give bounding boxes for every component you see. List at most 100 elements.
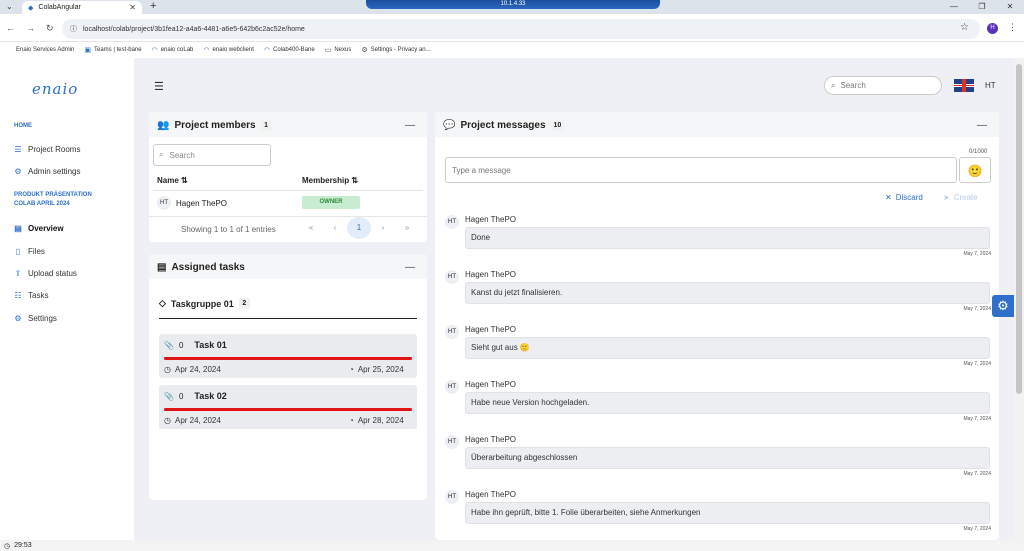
url-field[interactable]: ⓘ localhost/colab/project/3b1fea12-a4a6-… — [62, 19, 980, 39]
bookmark-item[interactable]: ◠ enaio coLab — [152, 46, 194, 54]
project-header-line: PRODUKT PRÄSENTATION — [14, 192, 92, 198]
bookmark-star-icon[interactable]: ☆ — [960, 22, 969, 33]
tab-favicon-icon: ◆ — [28, 4, 34, 12]
collapse-icon[interactable]: — — [405, 262, 415, 273]
table-row[interactable]: HT Hagen ThePO — [157, 196, 227, 210]
bookmark-label: Settings - Privacy an... — [370, 47, 431, 53]
bookmark-item[interactable]: ◠ enaio webclient — [203, 46, 253, 54]
message-avatar: HT — [445, 490, 459, 504]
enaio-logo[interactable]: enaio — [32, 80, 78, 98]
floating-settings-button[interactable]: ⚙ — [992, 295, 1014, 317]
task-card[interactable]: 📎 0 Task 02 ◷ Apr 24, 2024 ◔ Apr 28, 2024 — [159, 385, 417, 429]
gear-icon: ⚙ — [997, 298, 1009, 313]
user-avatar[interactable]: HT — [985, 81, 996, 90]
message-input[interactable]: Type a message — [445, 157, 957, 183]
close-tab-icon[interactable]: ✕ — [129, 3, 136, 12]
sidebar-item-files[interactable]: ▯ Files — [14, 247, 45, 256]
taskgroup-header[interactable]: ◇ Taskgruppe 01 2 — [159, 298, 250, 309]
home-section-header[interactable]: HOME — [14, 122, 32, 131]
date-text: Apr 25, 2024 — [357, 365, 404, 374]
message-text: Sieht gut aus 🙂 — [465, 337, 990, 359]
forward-icon[interactable]: → — [26, 23, 35, 33]
hamburger-menu-icon[interactable]: ☰ — [154, 80, 164, 93]
members-title: Project members — [174, 120, 256, 131]
tab-title: ColabAngular — [38, 4, 81, 11]
clipboard-icon: ▤ — [157, 262, 167, 273]
message-date: May 7, 2024 — [963, 251, 991, 257]
search-placeholder: Search — [169, 150, 195, 160]
discard-button[interactable]: ✕ Discard — [885, 193, 923, 202]
message-avatar: HT — [445, 215, 459, 229]
bookmark-item[interactable]: ▣ Teams | test-bane — [84, 46, 141, 54]
close-window-icon[interactable]: ✕ — [996, 0, 1024, 14]
message-avatar: HT — [445, 435, 459, 449]
global-search-input[interactable]: ⌕ Search — [824, 76, 942, 95]
paperclip-icon: 📎 — [164, 391, 174, 401]
create-button[interactable]: ➤ Create — [943, 193, 978, 202]
message-text: Done — [465, 227, 990, 249]
chat-icon: 💬 — [443, 120, 456, 131]
page-button[interactable]: 1 — [347, 217, 371, 239]
task-due-date: ◔ Apr 28, 2024 — [349, 416, 404, 425]
remote-session-bar[interactable]: 10.1.4.33 — [366, 0, 660, 9]
last-page-icon[interactable]: » — [395, 217, 419, 239]
scrollbar-thumb[interactable] — [1016, 64, 1022, 394]
bookmark-item[interactable]: ◠ Colab400-Bane — [264, 46, 315, 54]
profile-avatar[interactable]: H — [987, 23, 998, 34]
message-author: Hagen ThePO — [465, 490, 516, 499]
task-card[interactable]: 📎 0 Task 01 ◷ Apr 24, 2024 ◔ Apr 25, 2024 — [159, 334, 417, 378]
site-info-icon[interactable]: ⓘ — [70, 24, 77, 34]
bookmark-label: Nexus — [334, 47, 352, 53]
tag-icon: ◇ — [159, 298, 166, 308]
message-date: May 7, 2024 — [963, 416, 991, 422]
sidebar-item-settings[interactable]: ⚙ Settings — [14, 314, 57, 323]
column-header-name[interactable]: Name ⇅ — [157, 176, 188, 185]
date-text: Apr 24, 2024 — [174, 416, 221, 425]
collapse-icon[interactable]: — — [405, 120, 415, 131]
card-title: ▤ Assigned tasks — [157, 262, 245, 273]
tasks-icon: ☷ — [14, 291, 22, 300]
bookmark-item[interactable]: ▭ Nexus — [325, 46, 352, 54]
sidebar-item-upload-status[interactable]: ⇪ Upload status — [14, 269, 77, 278]
message-text: Kanst du jetzt finalisieren. — [465, 282, 990, 304]
first-page-icon[interactable]: « — [299, 217, 323, 239]
tab-list-icon[interactable]: ⌄ — [6, 2, 13, 11]
search-placeholder: Search — [840, 81, 866, 90]
restore-icon[interactable]: ❐ — [968, 0, 996, 14]
bookmark-item[interactable]: Enaio Services Admin — [16, 47, 74, 53]
next-page-icon[interactable]: › — [371, 217, 395, 239]
sort-icon: ⇅ — [351, 176, 359, 185]
emoji-button[interactable]: 🙂 — [959, 157, 991, 183]
new-tab-button[interactable]: + — [150, 0, 156, 12]
project-section-header[interactable]: PRODUKT PRÄSENTATION COLAB APRIL 2024 — [14, 191, 92, 209]
message-avatar: HT — [445, 380, 459, 394]
sidebar-item-admin-settings[interactable]: ⚙ Admin settings — [14, 167, 80, 176]
bookmark-label: Enaio Services Admin — [16, 47, 75, 53]
date-text: Apr 24, 2024 — [174, 365, 221, 374]
sidebar-item-project-rooms[interactable]: ☰ Project Rooms — [14, 145, 80, 154]
browser-menu-icon[interactable]: ⋮ — [1008, 22, 1017, 33]
minimize-icon[interactable]: — — [940, 0, 968, 14]
member-avatar: HT — [157, 196, 171, 210]
paperclip-icon: 📎 — [164, 340, 174, 350]
url-text: localhost/colab/project/3b1fea12-a4a6-44… — [83, 25, 305, 33]
message-text: Habe neue Version hochgeladen. — [465, 392, 990, 414]
bookmark-item[interactable]: ⚙ Settings - Privacy an... — [361, 46, 430, 54]
prev-page-icon[interactable]: ‹ — [323, 217, 347, 239]
browser-tab[interactable]: ◆ ColabAngular ✕ — [22, 1, 142, 14]
members-search-input[interactable]: ⌕ Search — [153, 144, 271, 166]
sidebar-item-label: Upload status — [28, 269, 77, 278]
reload-icon[interactable]: ↻ — [46, 23, 54, 34]
bookmark-label: enaio webclient — [212, 47, 254, 53]
column-header-membership[interactable]: Membership ⇅ — [302, 176, 358, 185]
calendar-icon: ◷ — [164, 365, 171, 374]
project-members-card: 👥 Project members 1 — ⌕ Search Name ⇅ Me… — [149, 112, 427, 242]
sidebar-item-tasks[interactable]: ☷ Tasks — [14, 291, 48, 300]
collapse-icon[interactable]: — — [977, 120, 987, 131]
back-icon[interactable]: ← — [6, 23, 15, 33]
main-content: ☰ ⌕ Search HT 👥 Project members 1 — ⌕ Se… — [134, 58, 1014, 540]
remote-session-label: 10.1.4.33 — [500, 1, 526, 7]
uk-flag-icon[interactable] — [954, 79, 974, 92]
task-header: 📎 0 Task 01 — [164, 340, 227, 350]
sidebar-item-overview[interactable]: ▤ Overview — [14, 224, 63, 233]
